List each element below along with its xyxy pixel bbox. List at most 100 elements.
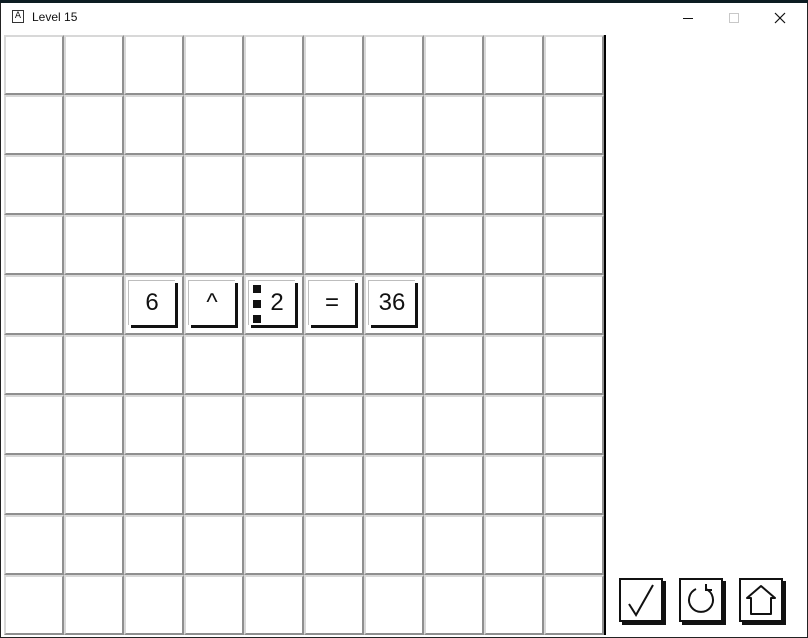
board-cell[interactable] bbox=[484, 155, 544, 215]
board-cell[interactable] bbox=[244, 395, 304, 455]
board-cell[interactable] bbox=[4, 95, 64, 155]
board-cell[interactable] bbox=[424, 35, 484, 95]
board-cell[interactable] bbox=[544, 455, 604, 515]
board-cell[interactable] bbox=[64, 335, 124, 395]
board-cell[interactable] bbox=[244, 515, 304, 575]
board-cell[interactable] bbox=[304, 155, 364, 215]
board-cell[interactable] bbox=[124, 575, 184, 635]
board-cell[interactable] bbox=[124, 515, 184, 575]
board-cell[interactable] bbox=[244, 575, 304, 635]
board-cell[interactable] bbox=[4, 335, 64, 395]
board-cell[interactable] bbox=[64, 155, 124, 215]
board-cell[interactable] bbox=[544, 95, 604, 155]
board-cell[interactable] bbox=[244, 155, 304, 215]
board-cell[interactable] bbox=[64, 455, 124, 515]
board-cell[interactable] bbox=[544, 335, 604, 395]
equation-tile[interactable]: = bbox=[308, 280, 355, 325]
board-cell[interactable] bbox=[364, 35, 424, 95]
board-cell[interactable] bbox=[424, 455, 484, 515]
board-cell[interactable] bbox=[304, 575, 364, 635]
board-cell[interactable] bbox=[64, 395, 124, 455]
board-cell[interactable] bbox=[64, 35, 124, 95]
board-cell[interactable] bbox=[304, 335, 364, 395]
board-cell[interactable] bbox=[484, 455, 544, 515]
board-cell[interactable] bbox=[544, 515, 604, 575]
board-cell[interactable] bbox=[364, 395, 424, 455]
board-cell[interactable] bbox=[424, 95, 484, 155]
board-cell[interactable] bbox=[4, 575, 64, 635]
board-cell[interactable] bbox=[64, 275, 124, 335]
board-cell[interactable] bbox=[544, 275, 604, 335]
board-cell[interactable] bbox=[424, 215, 484, 275]
board-cell[interactable] bbox=[544, 215, 604, 275]
board-cell[interactable] bbox=[124, 395, 184, 455]
maximize-button[interactable] bbox=[711, 3, 757, 33]
board-cell[interactable] bbox=[484, 215, 544, 275]
board-cell[interactable] bbox=[484, 35, 544, 95]
board-cell[interactable] bbox=[184, 35, 244, 95]
board-cell[interactable] bbox=[304, 95, 364, 155]
board-cell[interactable] bbox=[124, 155, 184, 215]
board-cell[interactable] bbox=[364, 455, 424, 515]
board-cell[interactable] bbox=[364, 95, 424, 155]
board-cell[interactable] bbox=[4, 455, 64, 515]
board-cell[interactable] bbox=[184, 95, 244, 155]
board-cell[interactable] bbox=[484, 515, 544, 575]
board-cell[interactable] bbox=[124, 335, 184, 395]
home-button[interactable] bbox=[739, 578, 783, 622]
board-cell[interactable] bbox=[544, 155, 604, 215]
board-cell[interactable] bbox=[4, 35, 64, 95]
board-cell[interactable] bbox=[304, 215, 364, 275]
equation-tile[interactable]: 6 bbox=[128, 280, 175, 325]
title-bar[interactable]: A Level 15 bbox=[1, 3, 807, 33]
board-cell[interactable] bbox=[244, 95, 304, 155]
board-cell[interactable] bbox=[184, 215, 244, 275]
board-cell[interactable] bbox=[4, 275, 64, 335]
board-cell[interactable] bbox=[304, 35, 364, 95]
equation-tile[interactable]: 36 bbox=[368, 280, 415, 325]
board-cell[interactable] bbox=[484, 575, 544, 635]
board-cell[interactable] bbox=[64, 575, 124, 635]
board-cell[interactable] bbox=[124, 35, 184, 95]
board-cell[interactable] bbox=[124, 95, 184, 155]
board-cell[interactable] bbox=[424, 335, 484, 395]
board-cell[interactable] bbox=[184, 335, 244, 395]
board-cell[interactable] bbox=[4, 395, 64, 455]
board-cell[interactable] bbox=[184, 395, 244, 455]
board-cell[interactable] bbox=[544, 35, 604, 95]
board-cell[interactable] bbox=[484, 275, 544, 335]
board-cell[interactable] bbox=[244, 455, 304, 515]
board-cell[interactable] bbox=[364, 335, 424, 395]
check-button[interactable] bbox=[619, 578, 663, 622]
board-cell[interactable] bbox=[4, 155, 64, 215]
board-cell[interactable] bbox=[64, 515, 124, 575]
board-cell[interactable] bbox=[244, 335, 304, 395]
board-cell[interactable] bbox=[544, 395, 604, 455]
board-cell[interactable] bbox=[64, 95, 124, 155]
board-cell[interactable] bbox=[124, 455, 184, 515]
board-cell[interactable] bbox=[184, 515, 244, 575]
board-cell[interactable] bbox=[184, 455, 244, 515]
board-cell[interactable] bbox=[484, 335, 544, 395]
equation-tile[interactable]: ^ bbox=[188, 280, 235, 325]
board-cell[interactable] bbox=[424, 275, 484, 335]
board-cell[interactable] bbox=[4, 215, 64, 275]
board-cell[interactable] bbox=[364, 515, 424, 575]
board-cell[interactable] bbox=[424, 155, 484, 215]
board-cell[interactable] bbox=[184, 575, 244, 635]
board-cell[interactable] bbox=[4, 515, 64, 575]
board-cell[interactable] bbox=[244, 215, 304, 275]
minimize-button[interactable] bbox=[665, 3, 711, 33]
close-button[interactable] bbox=[757, 3, 803, 33]
board-cell[interactable] bbox=[304, 515, 364, 575]
board-cell[interactable] bbox=[484, 395, 544, 455]
equation-tile[interactable]: 2 bbox=[248, 280, 295, 325]
board-cell[interactable] bbox=[364, 575, 424, 635]
board-cell[interactable] bbox=[424, 575, 484, 635]
restart-button[interactable] bbox=[679, 578, 723, 622]
board-cell[interactable] bbox=[544, 575, 604, 635]
board-cell[interactable] bbox=[424, 515, 484, 575]
board-cell[interactable] bbox=[364, 215, 424, 275]
board-cell[interactable] bbox=[184, 155, 244, 215]
board-cell[interactable] bbox=[364, 155, 424, 215]
